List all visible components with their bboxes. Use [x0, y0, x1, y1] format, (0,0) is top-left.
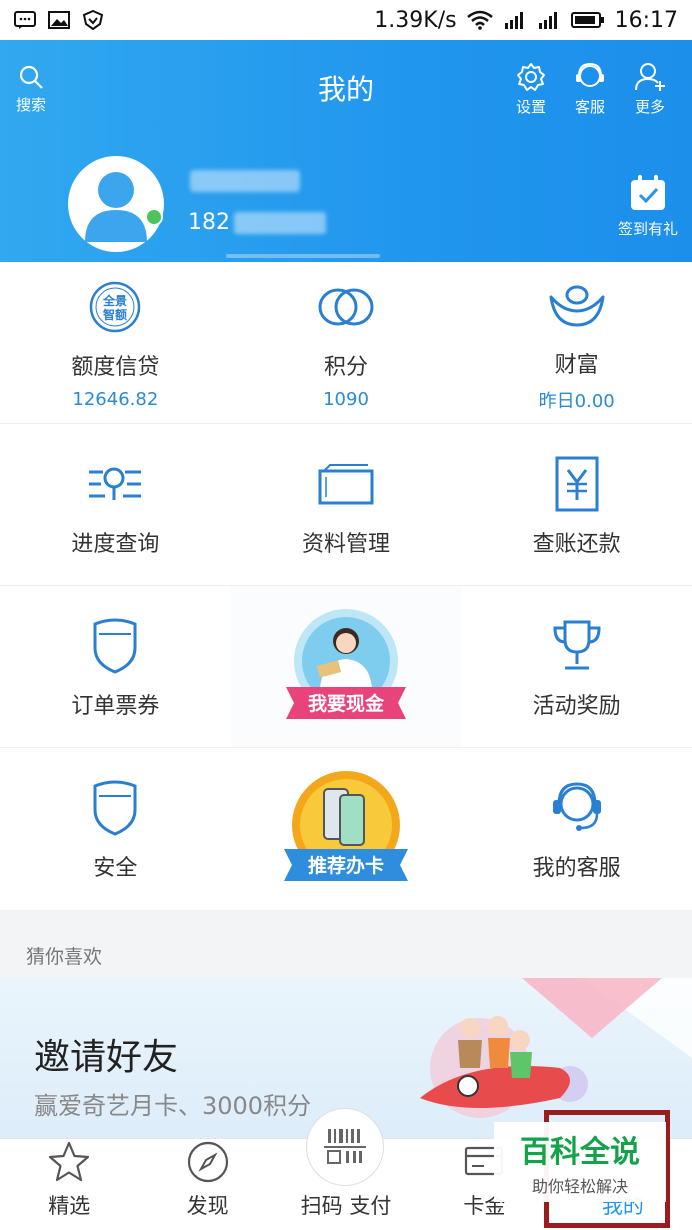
quota-credit-item[interactable]: 全景 智额 额度信贷 12646.82 — [0, 262, 231, 423]
wealth-value: 昨日0.00 — [538, 390, 615, 412]
trophy-icon — [553, 620, 601, 669]
data-management-label: 资料管理 — [302, 531, 391, 557]
page: 1.39K/s 16:17 搜索 我的 设置 客服 更多 182 签到有礼 全景… — [0, 0, 692, 1230]
card-promo-label: 推荐办卡 — [308, 854, 384, 877]
network-speed: 1.39K/s — [374, 7, 457, 33]
phone-prefix: 182 — [188, 210, 230, 235]
grid-row: 全景 智额 额度信贷 12646.82 积分 1090 财富 昨日0.00 — [0, 262, 692, 424]
user-phone: 182 — [188, 210, 326, 235]
signal-icon — [504, 12, 523, 29]
points-rings-icon — [318, 288, 374, 326]
watermark-title: 百科全说 — [520, 1135, 640, 1170]
guess-title: 猜你喜欢 — [26, 946, 103, 968]
my-service-item[interactable]: 我的客服 — [461, 748, 692, 910]
panorama-quota-icon: 全景智额 — [90, 281, 141, 333]
progress-query-item[interactable]: 进度查询 — [0, 424, 231, 585]
bill-label: 查账还款 — [532, 531, 621, 557]
avatar[interactable] — [68, 156, 164, 252]
cash-promo-label: 我要现金 — [308, 692, 385, 715]
vpn-shield-icon — [82, 10, 104, 30]
nav-discover[interactable]: 发现 — [138, 1139, 276, 1230]
checkin-label: 签到有礼 — [617, 220, 678, 238]
star-icon — [49, 1141, 90, 1182]
nav-scan-label: 扫码 支付 — [300, 1194, 392, 1218]
header-indicator — [226, 254, 380, 258]
nav-featured[interactable]: 精选 — [0, 1139, 138, 1230]
gear-icon — [517, 63, 545, 91]
checkin-button[interactable]: 签到有礼 — [618, 174, 678, 239]
headset-agent-icon — [552, 782, 601, 831]
add-user-icon — [635, 63, 665, 91]
security-label: 安全 — [93, 856, 138, 881]
barcode-scan-icon — [324, 1129, 366, 1164]
watermark-subtitle: 助你轻松解决 — [531, 1177, 628, 1196]
svg-text:全景: 全景 — [102, 293, 127, 308]
phone-mask — [234, 211, 326, 234]
customer-service-button[interactable]: 客服 — [574, 62, 606, 117]
wealth-item[interactable]: 财富 昨日0.00 — [461, 262, 692, 423]
cash-promo-item[interactable]: 我要现金 — [230, 586, 462, 747]
more-button[interactable]: 更多 — [634, 62, 666, 117]
bill-yen-icon — [555, 456, 599, 511]
card-promo-badge-icon: 推荐办卡 — [284, 771, 408, 881]
orders-coupons-item[interactable]: 订单票券 — [0, 586, 231, 747]
grid-row: 订单票券 我要现金 活动奖励 — [0, 586, 692, 748]
scan-button[interactable] — [306, 1108, 384, 1186]
bill-repayment-item[interactable]: 查账还款 — [461, 424, 692, 585]
status-bar: 1.39K/s 16:17 — [0, 0, 692, 40]
grid-row: 安全 推荐办卡 我的客服 — [0, 748, 692, 910]
nav-discover-label: 发现 — [186, 1194, 229, 1218]
compass-icon — [187, 1141, 228, 1183]
cash-promo-badge-icon: 我要现金 — [286, 608, 406, 719]
feature-grid: 全景 智额 额度信贷 12646.82 积分 1090 财富 昨日0.00 进度… — [0, 262, 692, 910]
orders-label: 订单票券 — [71, 693, 160, 719]
my-service-label: 我的客服 — [532, 856, 621, 881]
grid-row: 进度查询 资料管理 查账还款 — [0, 424, 692, 586]
image-icon — [48, 11, 70, 29]
headset-icon — [576, 62, 604, 87]
battery-icon — [570, 12, 604, 28]
security-item[interactable]: 安全 — [0, 748, 231, 910]
user-silhouette-icon — [85, 172, 147, 242]
quota-value: 12646.82 — [72, 389, 159, 410]
points-label: 积分 — [324, 355, 369, 380]
calendar-check-icon — [630, 175, 665, 210]
quota-label: 额度信贷 — [71, 355, 160, 380]
activity-rewards-item[interactable]: 活动奖励 — [461, 586, 692, 747]
verified-badge-icon — [145, 208, 163, 226]
rewards-label: 活动奖励 — [532, 693, 621, 719]
nav-featured-label: 精选 — [48, 1194, 91, 1218]
profile-header: 搜索 我的 设置 客服 更多 182 签到有礼 — [0, 40, 692, 262]
progress-search-icon — [89, 467, 142, 500]
message-icon — [14, 11, 36, 29]
wifi-icon — [466, 10, 493, 30]
shield-ticket-icon — [93, 618, 137, 674]
signal-icon-2 — [538, 12, 557, 29]
wealth-label: 财富 — [554, 352, 599, 378]
clock: 16:17 — [614, 7, 678, 33]
settings-button[interactable]: 设置 — [516, 62, 546, 117]
banner-subtitle: 赢爱奇艺月卡、3000积分 — [34, 1092, 312, 1120]
masked-username — [190, 170, 300, 192]
more-label: 更多 — [634, 98, 665, 116]
guess-you-like-header: 猜你喜欢 — [0, 910, 692, 978]
shield-icon — [93, 780, 137, 836]
progress-label: 进度查询 — [71, 531, 160, 557]
settings-label: 设置 — [516, 98, 547, 116]
watermark-logo: 百科全说 助你轻松解决 — [494, 1122, 666, 1202]
card-recommend-item[interactable]: 推荐办卡 — [231, 748, 462, 910]
customer-service-label: 客服 — [574, 98, 605, 116]
data-management-item[interactable]: 资料管理 — [231, 424, 462, 585]
points-value: 1090 — [323, 389, 369, 410]
svg-text:智额: 智额 — [102, 307, 127, 322]
folder-icon — [318, 463, 374, 504]
banner-title: 邀请好友 — [34, 1037, 179, 1078]
ingot-icon — [549, 285, 605, 326]
points-item[interactable]: 积分 1090 — [231, 262, 462, 423]
